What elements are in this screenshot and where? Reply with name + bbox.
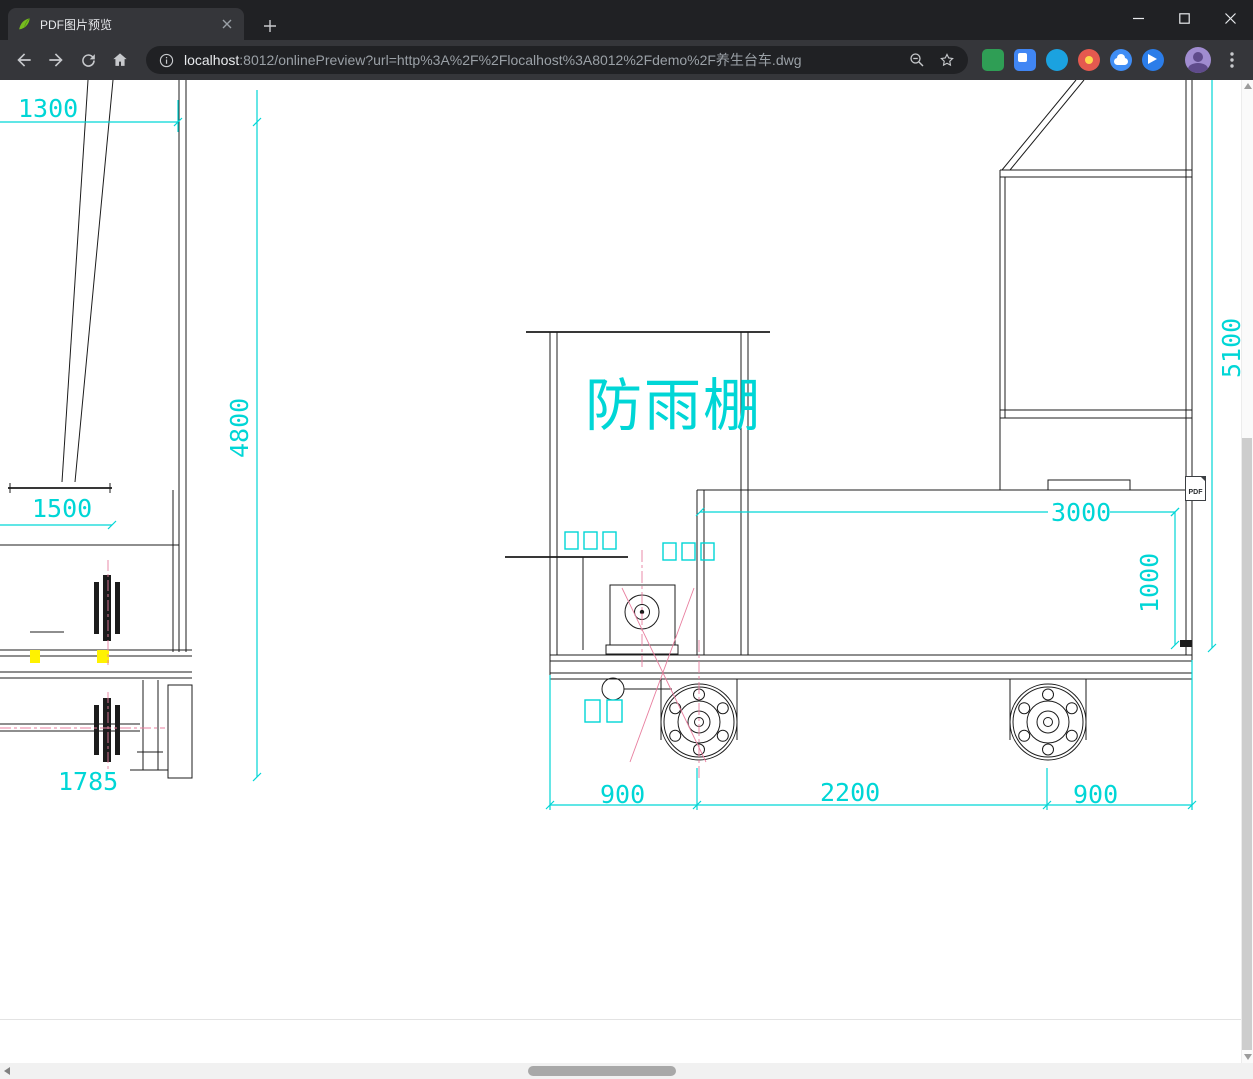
- left-elevation-lines: [0, 80, 193, 779]
- trolley-dimensions: 防雨棚 3000 1000 5100 900 2200 900: [545, 80, 1241, 810]
- window-minimize-button[interactable]: [1115, 0, 1161, 36]
- url-host: localhost: [184, 52, 240, 68]
- preview-page: 1300 4800 1500 1785 防雨棚 3000 1000 5100 9…: [0, 80, 1241, 1063]
- url-path: :8012/onlinePreview?url=http%3A%2F%2Floc…: [239, 52, 802, 68]
- extension-icon-1[interactable]: [982, 49, 1004, 71]
- dim-1300: 1300: [18, 94, 78, 123]
- window-close-button[interactable]: [1207, 0, 1253, 36]
- cad-drawing: 1300 4800 1500 1785 防雨棚 3000 1000 5100 9…: [0, 80, 1241, 810]
- window-maximize-button[interactable]: [1161, 0, 1207, 36]
- back-button[interactable]: [10, 46, 38, 74]
- new-tab-button[interactable]: [256, 12, 284, 40]
- scroll-up-arrow[interactable]: [1244, 83, 1252, 89]
- horizontal-scrollbar-thumb[interactable]: [528, 1066, 676, 1076]
- dim-5100: 5100: [1217, 318, 1241, 378]
- forward-button[interactable]: [42, 46, 70, 74]
- page-divider: [0, 1019, 1241, 1020]
- home-button[interactable]: [106, 46, 134, 74]
- pdf-badge[interactable]: PDF: [1185, 476, 1206, 501]
- horizontal-scrollbar[interactable]: [0, 1063, 1253, 1079]
- dim-900-left: 900: [600, 780, 645, 809]
- cloud-extension-icon[interactable]: [1110, 49, 1132, 71]
- extension-icon-6[interactable]: [1142, 49, 1164, 71]
- zoom-icon[interactable]: [908, 51, 926, 69]
- extension-icon-4[interactable]: [1078, 49, 1100, 71]
- dim-2200: 2200: [820, 778, 880, 807]
- scrollbar-corner: [1241, 1063, 1253, 1079]
- dim-900-right: 900: [1073, 780, 1118, 809]
- left-elevation-centerlines: [0, 560, 165, 770]
- browser-tab[interactable]: PDF图片预览: [8, 8, 244, 40]
- browser-titlebar: PDF图片预览: [0, 0, 1253, 40]
- url-text: localhost:8012/onlinePreview?url=http%3A…: [184, 50, 908, 70]
- translate-extension-icon[interactable]: [1014, 49, 1036, 71]
- dim-4800: 4800: [225, 398, 254, 458]
- extensions-row: [982, 49, 1164, 71]
- bookmark-star-icon[interactable]: [938, 51, 956, 69]
- profile-avatar[interactable]: [1185, 47, 1211, 73]
- scroll-left-arrow[interactable]: [4, 1067, 10, 1075]
- extension-icon-3[interactable]: [1046, 49, 1068, 71]
- page-info-icon[interactable]: [158, 52, 175, 69]
- left-elevation-dimensions: 1300 4800 1500 1785: [0, 90, 262, 796]
- vertical-scrollbar-thumb[interactable]: [1242, 438, 1252, 1050]
- reload-button[interactable]: [74, 46, 102, 74]
- address-bar[interactable]: localhost:8012/onlinePreview?url=http%3A…: [146, 46, 968, 74]
- trolley-cyan-symbols: [564, 531, 715, 723]
- pdf-badge-label: PDF: [1188, 489, 1203, 496]
- dim-3000: 3000: [1051, 498, 1111, 527]
- spring-leaf-favicon: [16, 16, 32, 32]
- dim-1500: 1500: [32, 494, 92, 523]
- pdf-badge-fold: [1200, 476, 1206, 482]
- tab-title: PDF图片预览: [40, 17, 113, 32]
- tab-close-icon[interactable]: [218, 15, 236, 33]
- rain-shelter-label: 防雨棚: [585, 374, 762, 438]
- window-controls: [1115, 0, 1253, 36]
- scroll-down-arrow[interactable]: [1244, 1054, 1252, 1060]
- dim-1785: 1785: [58, 767, 118, 796]
- dim-1000: 1000: [1135, 553, 1164, 613]
- browser-menu-icon[interactable]: [1220, 48, 1244, 72]
